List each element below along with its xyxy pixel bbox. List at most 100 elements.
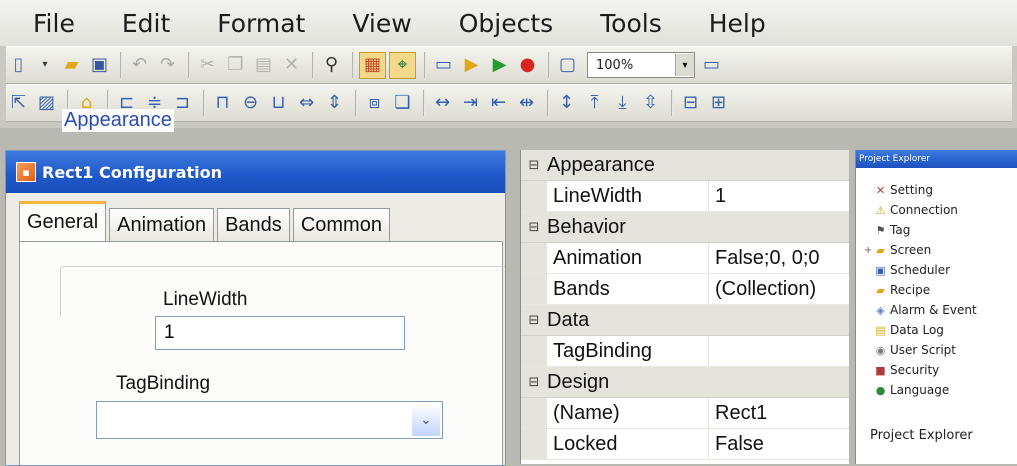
explorer-footer-tab[interactable]: Project Explorer [855, 412, 1017, 464]
explorer-footer-label: Project Explorer [870, 428, 973, 443]
increase-spacing-icon[interactable]: ⇥ [458, 91, 483, 116]
category-data[interactable]: ⊟ Data [521, 305, 849, 336]
tree-item-data-log[interactable]: ▤ Data Log [856, 320, 1017, 340]
category-appearance[interactable]: ⊟ Appearance [521, 150, 849, 181]
property-name: TagBinding [547, 336, 709, 366]
property-row[interactable]: (Name) Rect1 [521, 398, 849, 429]
start-icon[interactable]: ▶ [487, 53, 512, 78]
dropdown-arrow-icon[interactable]: ▾ [34, 53, 56, 78]
collapse-icon[interactable]: ⊟ [521, 150, 547, 180]
align-middle-icon[interactable]: ⊖ [238, 91, 263, 116]
linewidth-input[interactable]: 1 [155, 316, 405, 350]
tree-item-recipe[interactable]: ▰ Recipe [856, 280, 1017, 300]
pointer-icon[interactable]: ⇱ [6, 91, 31, 116]
increase-vspacing-icon[interactable]: ⤒ [582, 91, 607, 116]
property-row[interactable]: Bands (Collection) [521, 274, 849, 305]
center-in-form-h-icon[interactable]: ⊟ [678, 91, 703, 116]
property-row[interactable]: LineWidth 1 [521, 181, 849, 212]
toolbar-separator [424, 52, 426, 78]
group-icon[interactable]: ▨ [34, 91, 59, 116]
property-value[interactable]: Rect1 [709, 398, 849, 428]
tree-item-tag[interactable]: ⚑ Tag [856, 220, 1017, 240]
tree-item-user-script[interactable]: ◉ User Script [856, 340, 1017, 360]
property-row[interactable]: Locked False [521, 429, 849, 460]
decrease-vspacing-icon[interactable]: ⤓ [610, 91, 635, 116]
category-name: Data [547, 308, 590, 331]
property-value[interactable]: False;0, 0;0 [709, 243, 849, 273]
toolbar-separator [203, 90, 205, 116]
property-value[interactable] [709, 336, 849, 366]
decrease-spacing-icon[interactable]: ⇤ [486, 91, 511, 116]
dialog-title-bar[interactable]: ▪ Rect1 Configuration [6, 151, 505, 193]
zoom-select[interactable]: 100% ▾ [587, 52, 695, 78]
copy-icon[interactable]: ❐ [223, 53, 248, 78]
center-in-form-v-icon[interactable]: ⊞ [706, 91, 731, 116]
remove-spacing-icon[interactable]: ⇹ [514, 91, 539, 116]
tree-item-setting[interactable]: ✕ Setting [856, 180, 1017, 200]
open-folder-icon[interactable]: ▰ [59, 53, 84, 78]
property-value[interactable]: 1 [709, 181, 849, 211]
property-value[interactable]: (Collection) [709, 274, 849, 304]
menu-objects[interactable]: Objects [435, 9, 576, 38]
category-behavior[interactable]: ⊟ Behavior [521, 212, 849, 243]
align-bottom-icon[interactable]: ⊔ [266, 91, 291, 116]
linewidth-input-value: 1 [164, 322, 175, 343]
property-row[interactable]: Animation False;0, 0;0 [521, 243, 849, 274]
run-icon[interactable]: ▶ [459, 53, 484, 78]
tree-item-security[interactable]: ■ Security [856, 360, 1017, 380]
category-name: Design [547, 370, 610, 393]
category-design[interactable]: ⊟ Design [521, 367, 849, 398]
chevron-down-icon[interactable]: ▾ [675, 54, 694, 76]
tab-common[interactable]: Common [292, 208, 390, 241]
same-size-icon[interactable]: ⧈ [362, 91, 387, 116]
property-value[interactable]: False [709, 429, 849, 459]
menu-view[interactable]: View [328, 9, 434, 38]
language-icon: ● [875, 383, 886, 397]
cut-icon[interactable]: ✂ [195, 53, 220, 78]
tree-item-language[interactable]: ● Language [856, 380, 1017, 400]
collapse-icon[interactable]: ⊟ [521, 367, 547, 397]
menu-format[interactable]: Format [193, 9, 328, 38]
save-icon[interactable]: ▣ [87, 53, 112, 78]
delete-icon[interactable]: ✕ [279, 53, 304, 78]
menu-edit[interactable]: Edit [98, 9, 193, 38]
chevron-down-icon[interactable]: ⌄ [412, 404, 440, 436]
snap-icon[interactable]: ⌖ [389, 51, 416, 79]
remove-vspacing-icon[interactable]: ⇳ [638, 91, 663, 116]
align-top-icon[interactable]: ⊓ [210, 91, 235, 116]
expand-icon[interactable]: + [864, 245, 873, 256]
menu-file[interactable]: File [0, 9, 98, 38]
property-row[interactable]: TagBinding [521, 336, 849, 367]
center-vertical-icon[interactable]: ⇕ [322, 91, 347, 116]
tree-item-connection[interactable]: ⚠ Connection [856, 200, 1017, 220]
tagbinding-combo[interactable]: ⌄ [96, 401, 443, 439]
category-name: Behavior [547, 215, 626, 238]
zoom-value: 100% [596, 57, 634, 73]
stop-icon[interactable]: ● [515, 53, 540, 78]
undo-icon[interactable]: ↶ [127, 53, 152, 78]
redo-icon[interactable]: ↷ [155, 53, 180, 78]
collapse-icon[interactable]: ⊟ [521, 212, 547, 242]
menu-tools[interactable]: Tools [576, 9, 685, 38]
tree-item-scheduler[interactable]: ▣ Scheduler [856, 260, 1017, 280]
find-icon[interactable]: ⚲ [319, 53, 344, 78]
property-name: (Name) [547, 398, 709, 428]
fit-window-icon[interactable]: ▭ [699, 53, 724, 78]
tab-bands[interactable]: Bands [217, 208, 290, 241]
grid-icon[interactable]: ▦ [359, 51, 386, 79]
center-horizontal-icon[interactable]: ⇔ [294, 91, 319, 116]
bring-front-icon[interactable]: ❏ [390, 91, 415, 116]
vertical-spacing-icon[interactable]: ↕ [554, 91, 579, 116]
screen-icon[interactable]: ▭ [431, 53, 456, 78]
collapse-icon[interactable]: ⊟ [521, 305, 547, 335]
zoom-icon[interactable]: ▢ [555, 53, 580, 78]
toolbar-separator [312, 52, 314, 78]
tab-animation[interactable]: Animation [109, 208, 215, 241]
menu-help[interactable]: Help [685, 9, 789, 38]
tree-item-alarm-event[interactable]: ◈ Alarm & Event [856, 300, 1017, 320]
tab-general[interactable]: General [19, 201, 107, 241]
paste-icon[interactable]: ▤ [251, 53, 276, 78]
tree-item-screen[interactable]: + ▰ Screen [856, 240, 1017, 260]
space-horizontal-icon[interactable]: ↔ [430, 91, 455, 116]
new-icon[interactable]: ▯ [6, 53, 31, 78]
